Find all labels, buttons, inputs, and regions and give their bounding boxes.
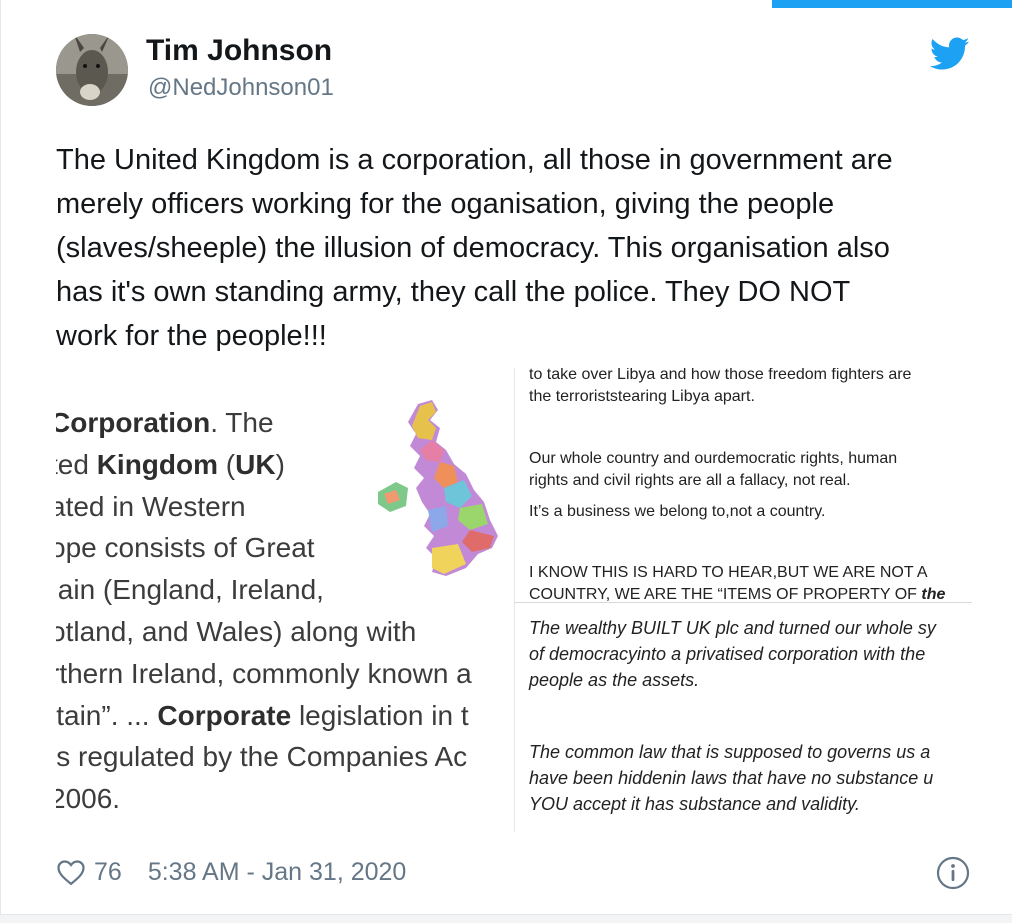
def-line: is regulated by the Companies Ac (56, 741, 468, 773)
italic-line: of democracyinto a privatised corporatio… (529, 644, 926, 664)
text-line: rights and civil rights are all a fallac… (529, 472, 851, 489)
def-line-bold: Corporate (157, 699, 292, 731)
text-line: the terroriststearing Libya apart. (529, 388, 755, 405)
media-panel-text-top[interactable]: to take over Libya and how those freedom… (514, 368, 972, 602)
tweet-media[interactable]: Corporation. The ted Kingdom (UK) ated i… (56, 368, 972, 832)
uk-map-image (374, 398, 506, 582)
def-line-bold: Corporation (56, 407, 211, 438)
def-line: ) (275, 448, 285, 480)
italic-line: have been hiddenin laws that have no sub… (529, 768, 934, 788)
top-accent-bar (772, 0, 1012, 8)
cut-text-line: to take over Libya and how those freedom… (529, 368, 912, 383)
twitter-bird-icon[interactable] (929, 36, 970, 72)
bottom-divider (0, 914, 1012, 923)
author-handle[interactable]: @NedJohnson01 (148, 74, 334, 102)
info-icon[interactable] (936, 856, 970, 890)
media-panel-definition[interactable]: Corporation. The ted Kingdom (UK) ated i… (56, 368, 512, 832)
def-line: otland, and Wales) along with (56, 615, 417, 647)
def-line: ted (56, 448, 89, 480)
italic-line: The common law that is supposed to gover… (529, 742, 931, 762)
tweet-text: The United Kingdom is a corporation, all… (56, 144, 893, 352)
text-line: COUNTRY, WE ARE THE “ITEMS OF PROPERTY O… (529, 584, 945, 602)
heart-icon[interactable] (56, 858, 86, 886)
media-panel-text-bottom[interactable]: The wealthy BUILT UK plc and turned our … (514, 602, 972, 832)
italic-line: people as the assets. (529, 670, 700, 690)
def-line: legislation in t (291, 699, 469, 731)
text-span-bold: the (921, 586, 946, 602)
italic-line: The wealthy BUILT UK plc and turned our … (529, 618, 936, 638)
tweet-timestamp[interactable]: 5:38 AM - Jan 31, 2020 (148, 858, 407, 887)
author-name[interactable]: Tim Johnson (146, 34, 332, 68)
text-span: COUNTRY, WE ARE THE “ITEMS OF PROPERTY O… (529, 586, 922, 602)
italic-line: YOU accept it has substance and validity… (529, 794, 860, 814)
def-line-bold: Kingdom (96, 448, 219, 480)
def-line: . The (210, 407, 274, 438)
text-line: It’s a business we belong to,not a count… (529, 503, 826, 520)
like-count[interactable]: 76 (94, 858, 122, 887)
def-line: ( (218, 448, 236, 480)
avatar[interactable] (56, 34, 128, 106)
tweet-footer: 76 5:38 AM - Jan 31, 2020 (56, 852, 406, 892)
def-line: 2006. (56, 783, 121, 815)
left-border (0, 0, 1, 923)
def-line: itain”. ... (56, 699, 158, 731)
text-line: I KNOW THIS IS HARD TO HEAR,BUT WE ARE N… (529, 564, 928, 581)
def-line: rthern Ireland, commonly known a (56, 657, 472, 689)
def-line-bold: UK (235, 448, 276, 480)
text-line: Our whole country and ourdemocratic righ… (529, 450, 898, 467)
